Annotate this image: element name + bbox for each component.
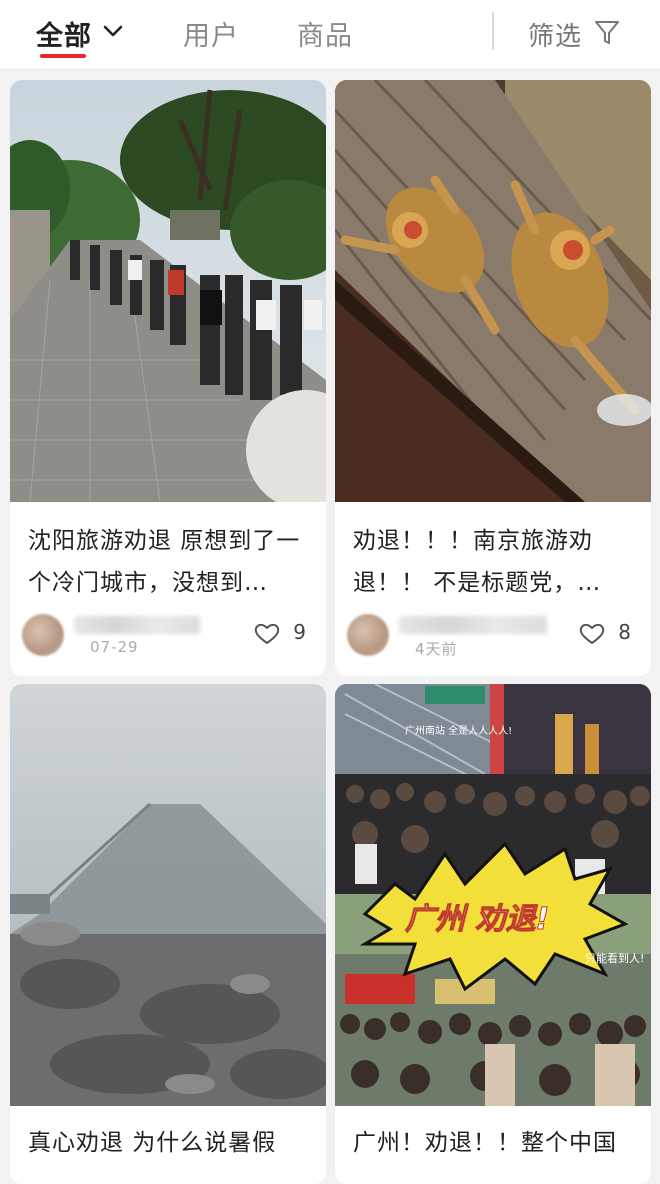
- like-count: 9: [293, 620, 306, 644]
- heart-icon[interactable]: [579, 622, 605, 646]
- post-meta: 07-29 9: [20, 612, 316, 658]
- post-title[interactable]: 沈阳旅游劝退 原想到了一个冷门城市，没想到…: [28, 520, 312, 604]
- top-tab-bar: 全部 用户 商品 筛选: [0, 0, 660, 70]
- funnel-icon[interactable]: [594, 19, 620, 47]
- avatar[interactable]: [22, 614, 64, 656]
- tab-users[interactable]: 用户: [183, 14, 239, 53]
- like-count: 8: [618, 620, 631, 644]
- username-blurred: [399, 616, 547, 634]
- tab-products[interactable]: 商品: [297, 14, 353, 53]
- heart-icon[interactable]: [254, 622, 280, 646]
- station-overlay-text: 广州南站 全是人人人人!: [405, 724, 512, 737]
- post-image[interactable]: [10, 684, 326, 1106]
- post-card[interactable]: 劝退！！！南京旅游劝退！！ 不是标题党，… 4天前 8: [335, 80, 651, 676]
- avatar[interactable]: [347, 614, 389, 656]
- post-date: 07-29: [90, 638, 139, 656]
- post-title[interactable]: 劝退！！！南京旅游劝退！！ 不是标题党，…: [353, 520, 637, 604]
- sticker-text: 广州 劝退!: [405, 902, 549, 937]
- post-date: 4天前: [415, 640, 458, 658]
- post-card[interactable]: 真心劝退 为什么说暑假: [10, 684, 326, 1184]
- divider: [492, 12, 494, 50]
- post-image[interactable]: 广州 劝退! 只能看到人! 广州南站 全是人人人人!: [335, 684, 651, 1106]
- post-title[interactable]: 广州！劝退！！整个中国: [353, 1122, 637, 1164]
- post-image[interactable]: [10, 80, 326, 502]
- active-tab-indicator: [40, 54, 86, 58]
- post-title[interactable]: 真心劝退 为什么说暑假: [28, 1122, 312, 1164]
- tab-all[interactable]: 全部: [36, 14, 92, 53]
- caption-text: 只能看到人!: [585, 951, 644, 965]
- filter-button[interactable]: 筛选: [528, 16, 582, 53]
- post-meta: 4天前 8: [345, 612, 641, 658]
- post-image[interactable]: [335, 80, 651, 502]
- post-card[interactable]: 广州 劝退! 只能看到人! 广州南站 全是人人人人! 广州！劝退！！整个中国: [335, 684, 651, 1184]
- username-blurred: [74, 616, 200, 634]
- chevron-down-icon[interactable]: [102, 20, 124, 42]
- post-card[interactable]: 沈阳旅游劝退 原想到了一个冷门城市，没想到… 07-29 9: [10, 80, 326, 676]
